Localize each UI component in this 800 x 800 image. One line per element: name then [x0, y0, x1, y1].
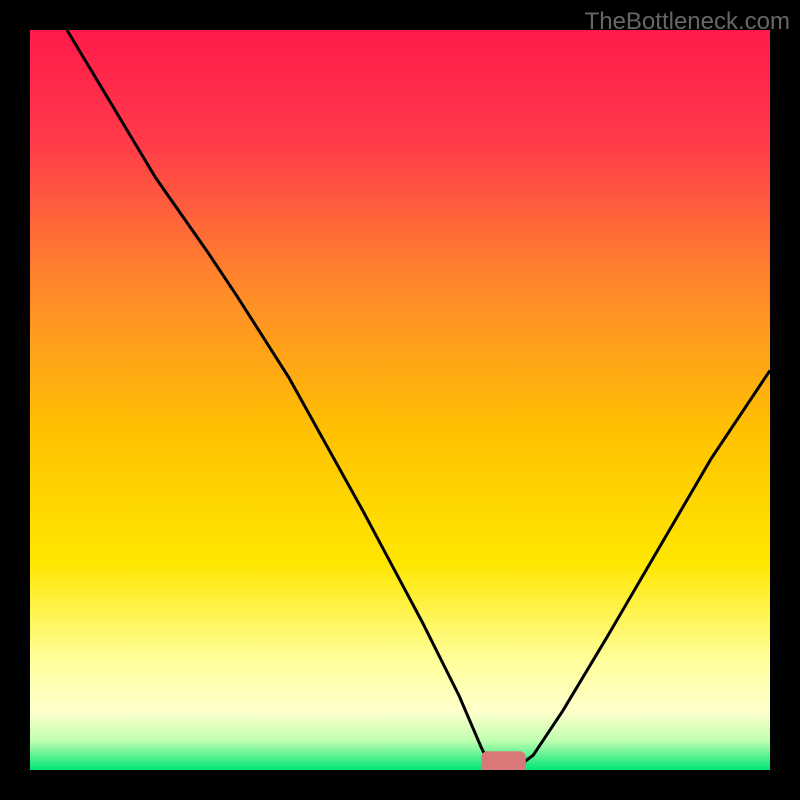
optimal-marker	[481, 751, 525, 770]
bottleneck-chart: TheBottleneck.com	[0, 0, 800, 800]
plot-area	[30, 30, 770, 770]
watermark-text: TheBottleneck.com	[585, 8, 790, 36]
chart-svg	[30, 30, 770, 770]
gradient-background	[30, 30, 770, 770]
